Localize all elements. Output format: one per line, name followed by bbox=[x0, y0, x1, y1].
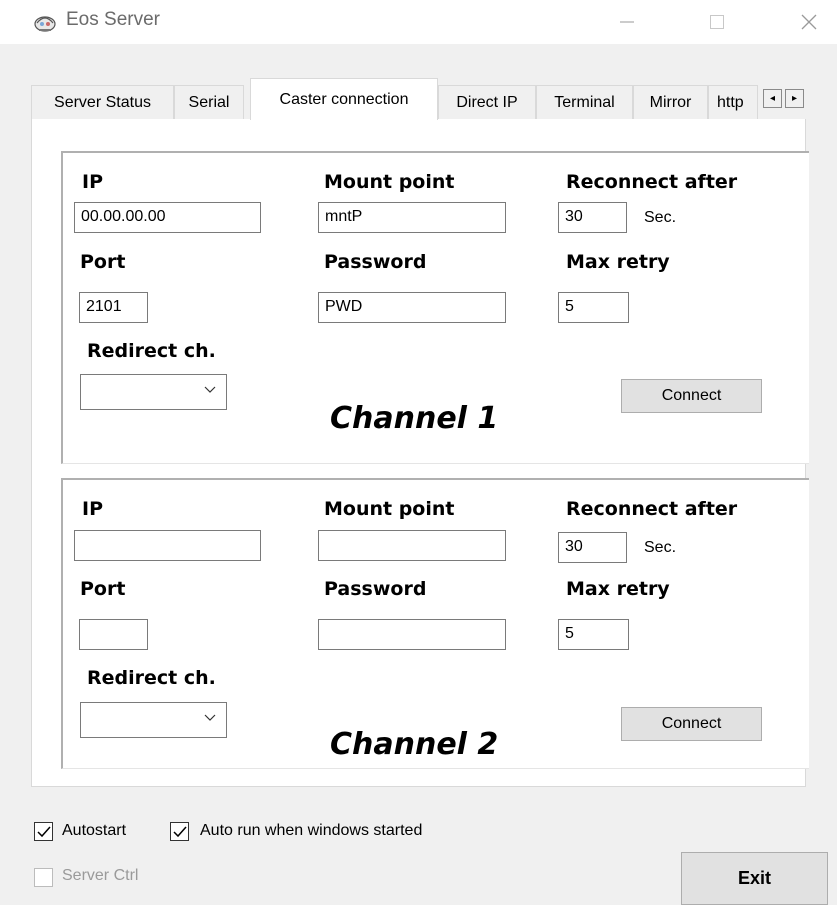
ch2-reconnect-label: Reconnect after bbox=[566, 498, 738, 520]
minimize-icon bbox=[620, 21, 634, 23]
ch1-password-input[interactable]: PWD bbox=[318, 292, 506, 323]
ch1-reconnect-label: Reconnect after bbox=[566, 171, 738, 193]
ch2-redirect-label: Redirect ch. bbox=[87, 667, 216, 689]
autostart-label: Autostart bbox=[62, 822, 127, 839]
tab-direct-ip[interactable]: Direct IP bbox=[438, 85, 536, 119]
tab-terminal[interactable]: Terminal bbox=[536, 85, 633, 119]
ch1-mount-point-input[interactable]: mntP bbox=[318, 202, 506, 233]
arrow-right-icon: ▸ bbox=[791, 93, 798, 104]
close-icon bbox=[801, 14, 817, 30]
ch2-max-retry-label: Max retry bbox=[566, 578, 670, 600]
autostart-checkbox[interactable] bbox=[34, 822, 53, 841]
tab-scroll-left-button[interactable]: ◂ bbox=[763, 89, 782, 108]
window-title: Eos Server bbox=[66, 9, 160, 30]
ch2-connect-button[interactable]: Connect bbox=[621, 707, 762, 741]
ch1-sec-label: Sec. bbox=[644, 209, 677, 226]
ch2-sec-label: Sec. bbox=[644, 539, 677, 556]
minimize-button[interactable] bbox=[599, 0, 655, 44]
maximize-button[interactable] bbox=[689, 0, 745, 44]
ch1-connect-button[interactable]: Connect bbox=[621, 379, 762, 413]
autorun-checkbox[interactable] bbox=[170, 822, 189, 841]
tab-http[interactable]: http bbox=[708, 85, 758, 119]
tab-caster-connection[interactable]: Caster connection bbox=[250, 78, 438, 120]
tab-scroll-right-button[interactable]: ▸ bbox=[785, 89, 804, 108]
ch1-max-retry-label: Max retry bbox=[566, 251, 670, 273]
ch1-reconnect-input[interactable]: 30 bbox=[558, 202, 627, 233]
checkmark-icon bbox=[172, 826, 187, 837]
chevron-down-icon bbox=[204, 709, 216, 725]
ch1-redirect-label: Redirect ch. bbox=[87, 340, 216, 362]
ch2-password-label: Password bbox=[324, 578, 427, 600]
ch2-reconnect-input[interactable]: 30 bbox=[558, 532, 627, 563]
server-ctrl-label: Server Ctrl bbox=[62, 867, 139, 884]
maximize-icon bbox=[710, 15, 724, 29]
ch1-max-retry-input[interactable]: 5 bbox=[558, 292, 629, 323]
ch1-port-input[interactable]: 2101 bbox=[79, 292, 148, 323]
chevron-down-icon bbox=[204, 381, 216, 397]
ch2-port-label: Port bbox=[80, 578, 126, 600]
exit-button[interactable]: Exit bbox=[681, 852, 828, 905]
ch1-port-label: Port bbox=[80, 251, 126, 273]
tab-serial[interactable]: Serial bbox=[174, 85, 244, 119]
ch1-channel-title: Channel 1 bbox=[330, 401, 499, 436]
app-icon bbox=[33, 11, 57, 33]
arrow-left-icon: ◂ bbox=[769, 93, 776, 104]
autorun-label: Auto run when windows started bbox=[200, 822, 423, 839]
ch2-mount-point-input[interactable] bbox=[318, 530, 506, 561]
ch2-max-retry-input[interactable]: 5 bbox=[558, 619, 629, 650]
ch1-redirect-select[interactable] bbox=[80, 374, 227, 410]
ch2-ip-label: IP bbox=[82, 498, 103, 520]
ch2-password-input[interactable] bbox=[318, 619, 506, 650]
ch1-ip-label: IP bbox=[82, 171, 103, 193]
ch2-redirect-select[interactable] bbox=[80, 702, 227, 738]
title-bar: Eos Server bbox=[0, 0, 837, 44]
ch1-password-label: Password bbox=[324, 251, 427, 273]
checkmark-icon bbox=[36, 826, 51, 837]
server-ctrl-checkbox[interactable] bbox=[34, 868, 53, 887]
ch1-mount-point-label: Mount point bbox=[324, 171, 455, 193]
ch2-ip-input[interactable] bbox=[74, 530, 261, 561]
tab-server-status[interactable]: Server Status bbox=[31, 85, 174, 119]
ch2-mount-point-label: Mount point bbox=[324, 498, 455, 520]
ch1-ip-input[interactable]: 00.00.00.00 bbox=[74, 202, 261, 233]
close-button[interactable] bbox=[781, 0, 837, 44]
tab-mirror[interactable]: Mirror bbox=[633, 85, 708, 119]
ch2-channel-title: Channel 2 bbox=[330, 727, 499, 762]
ch2-port-input[interactable] bbox=[79, 619, 148, 650]
